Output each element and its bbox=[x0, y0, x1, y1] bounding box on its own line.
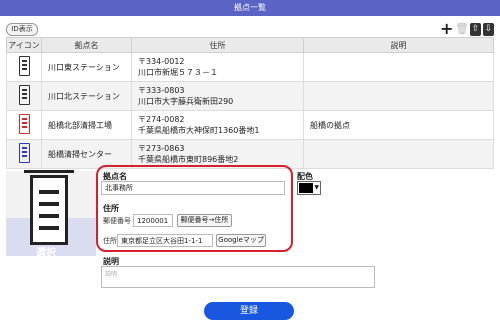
description-textarea[interactable]: 説明 bbox=[101, 266, 375, 288]
description-text bbox=[303, 81, 494, 111]
table-row[interactable]: 川口東ステーション 〒334-0012 川口市新堀５７３－１ bbox=[6, 52, 494, 82]
zip-input[interactable]: 1200001 bbox=[133, 214, 173, 227]
name-input[interactable]: 北事務所 bbox=[101, 181, 285, 195]
postal-code: 〒273-0863 bbox=[138, 144, 185, 153]
address-text: 川口市大字藤兵衛新田290 bbox=[138, 97, 234, 106]
building-icon bbox=[18, 56, 30, 76]
zip-to-address-button[interactable]: 郵便番号→住所 bbox=[177, 214, 232, 227]
location-name: 川口北ステーション bbox=[41, 81, 132, 111]
building-icon bbox=[18, 143, 30, 163]
postal-code: 〒334-0012 bbox=[138, 57, 185, 66]
google-map-button[interactable]: Googleマップ bbox=[216, 234, 266, 247]
table-row[interactable]: 川口北ステーション 〒333-0803 川口市大字藤兵衛新田290 bbox=[6, 81, 494, 111]
location-name: 船橋北部清掃工場 bbox=[41, 110, 132, 140]
color-picker[interactable]: ▼ bbox=[297, 181, 321, 195]
address-section-label: 住所 bbox=[103, 204, 119, 213]
column-header-description[interactable]: 説明 bbox=[303, 37, 494, 53]
add-icon[interactable]: + bbox=[440, 21, 453, 37]
toolbar: + 🗑 ⇧ ⇩ bbox=[440, 21, 494, 37]
move-up-icon[interactable]: ⇧ bbox=[470, 22, 481, 36]
building-icon bbox=[24, 170, 74, 245]
address-label: 住所 bbox=[103, 237, 117, 245]
image-select-label[interactable]: 選択 bbox=[36, 244, 56, 259]
chevron-down-icon: ▼ bbox=[314, 184, 319, 191]
postal-code: 〒333-0803 bbox=[138, 86, 185, 95]
trash-icon[interactable]: 🗑 bbox=[455, 22, 469, 36]
id-toggle-button[interactable]: ID表示 bbox=[6, 23, 38, 36]
window-title: 拠点一覧 bbox=[0, 0, 500, 16]
description-text bbox=[303, 52, 494, 82]
building-icon bbox=[18, 114, 30, 134]
zip-label: 郵便番号 bbox=[103, 217, 131, 225]
address-text: 千葉県船橋市東町896番地2 bbox=[138, 155, 239, 164]
move-down-icon[interactable]: ⇩ bbox=[483, 22, 494, 36]
description-text: 船橋の拠点 bbox=[303, 110, 494, 140]
address-text: 川口市新堀５７３－１ bbox=[138, 68, 218, 77]
building-icon bbox=[18, 85, 30, 105]
color-swatch bbox=[299, 183, 313, 193]
description-text bbox=[303, 139, 494, 169]
column-header-icon[interactable]: アイコン bbox=[6, 37, 42, 53]
column-header-name[interactable]: 拠点名 bbox=[41, 37, 132, 53]
table-row[interactable]: 船橋北部清掃工場 〒274-0082 千葉県船橋市大神保町1360番地1 船橋の拠… bbox=[6, 110, 494, 140]
address-input[interactable]: 東京都足立区大谷田1-1-1 bbox=[117, 234, 213, 247]
address-text: 千葉県船橋市大神保町1360番地1 bbox=[138, 126, 260, 135]
location-table: アイコン 拠点名 住所 説明 川口東ステーション 〒334-0012 川口市新堀５… bbox=[6, 37, 494, 169]
register-button[interactable]: 登録 bbox=[204, 302, 294, 320]
column-header-address[interactable]: 住所 bbox=[131, 37, 304, 53]
postal-code: 〒274-0082 bbox=[138, 115, 185, 124]
location-name: 川口東ステーション bbox=[41, 52, 132, 82]
